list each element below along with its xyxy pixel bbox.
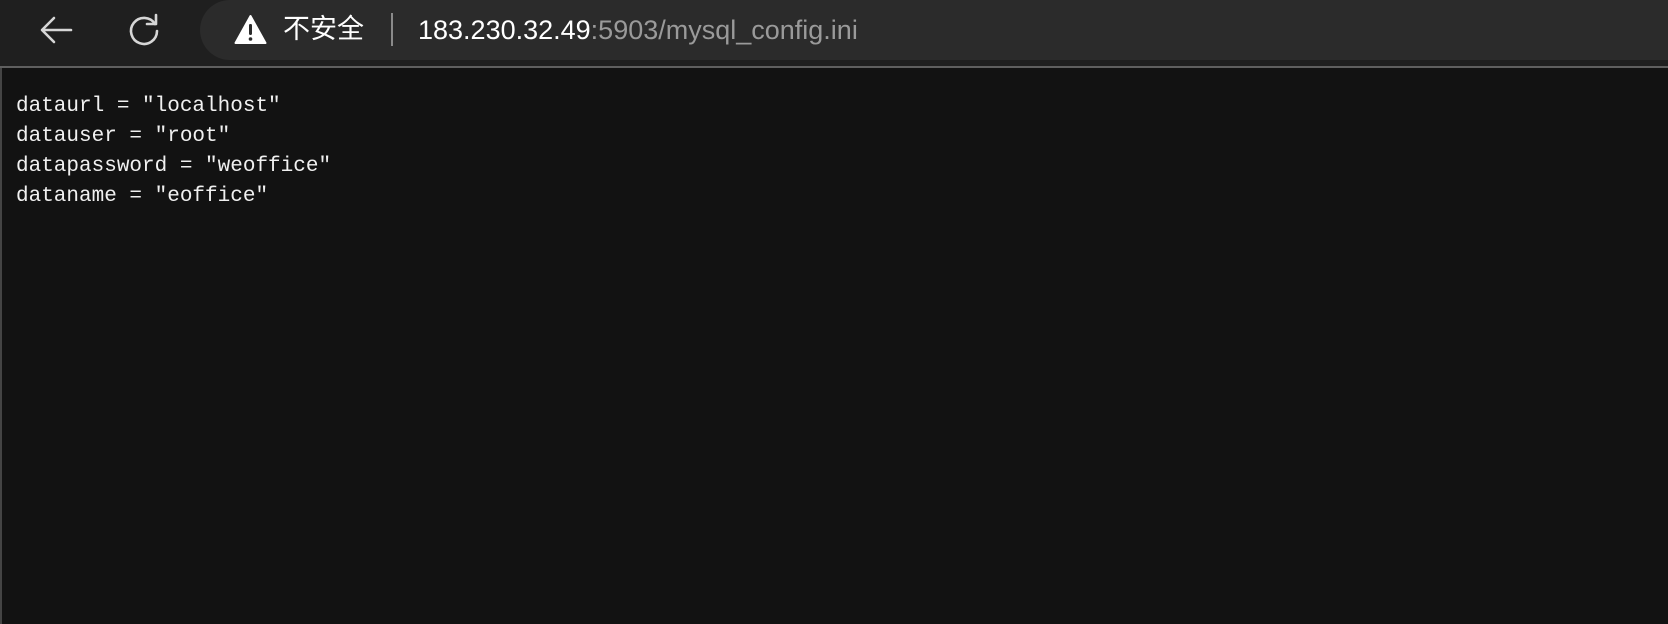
reload-button[interactable] [116,6,172,54]
url-path: :5903/mysql_config.ini [590,15,858,45]
back-button[interactable] [28,6,84,54]
warning-icon[interactable] [234,14,267,45]
config-line-dataurl: dataurl = ″localhost″ [16,95,281,118]
window-left-edge [0,68,2,624]
config-line-datauser: datauser = ″root″ [16,125,231,148]
address-divider [391,13,393,46]
config-line-dataname: dataname = ″eoffice″ [16,185,269,208]
browser-toolbar: 不安全 183.230.32.49:5903/mysql_config.ini [0,0,1668,68]
reload-icon [129,13,159,46]
back-arrow-icon [40,16,73,44]
url-text[interactable]: 183.230.32.49:5903/mysql_config.ini [418,13,858,47]
address-bar[interactable]: 不安全 183.230.32.49:5903/mysql_config.ini [200,0,1668,60]
config-line-datapassword: datapassword = ″weoffice″ [16,155,332,178]
url-host: 183.230.32.49 [418,15,591,45]
security-status-label[interactable]: 不安全 [283,13,364,47]
file-content: dataurl = ″localhost″ datauser = ″root″ da… [16,92,331,212]
